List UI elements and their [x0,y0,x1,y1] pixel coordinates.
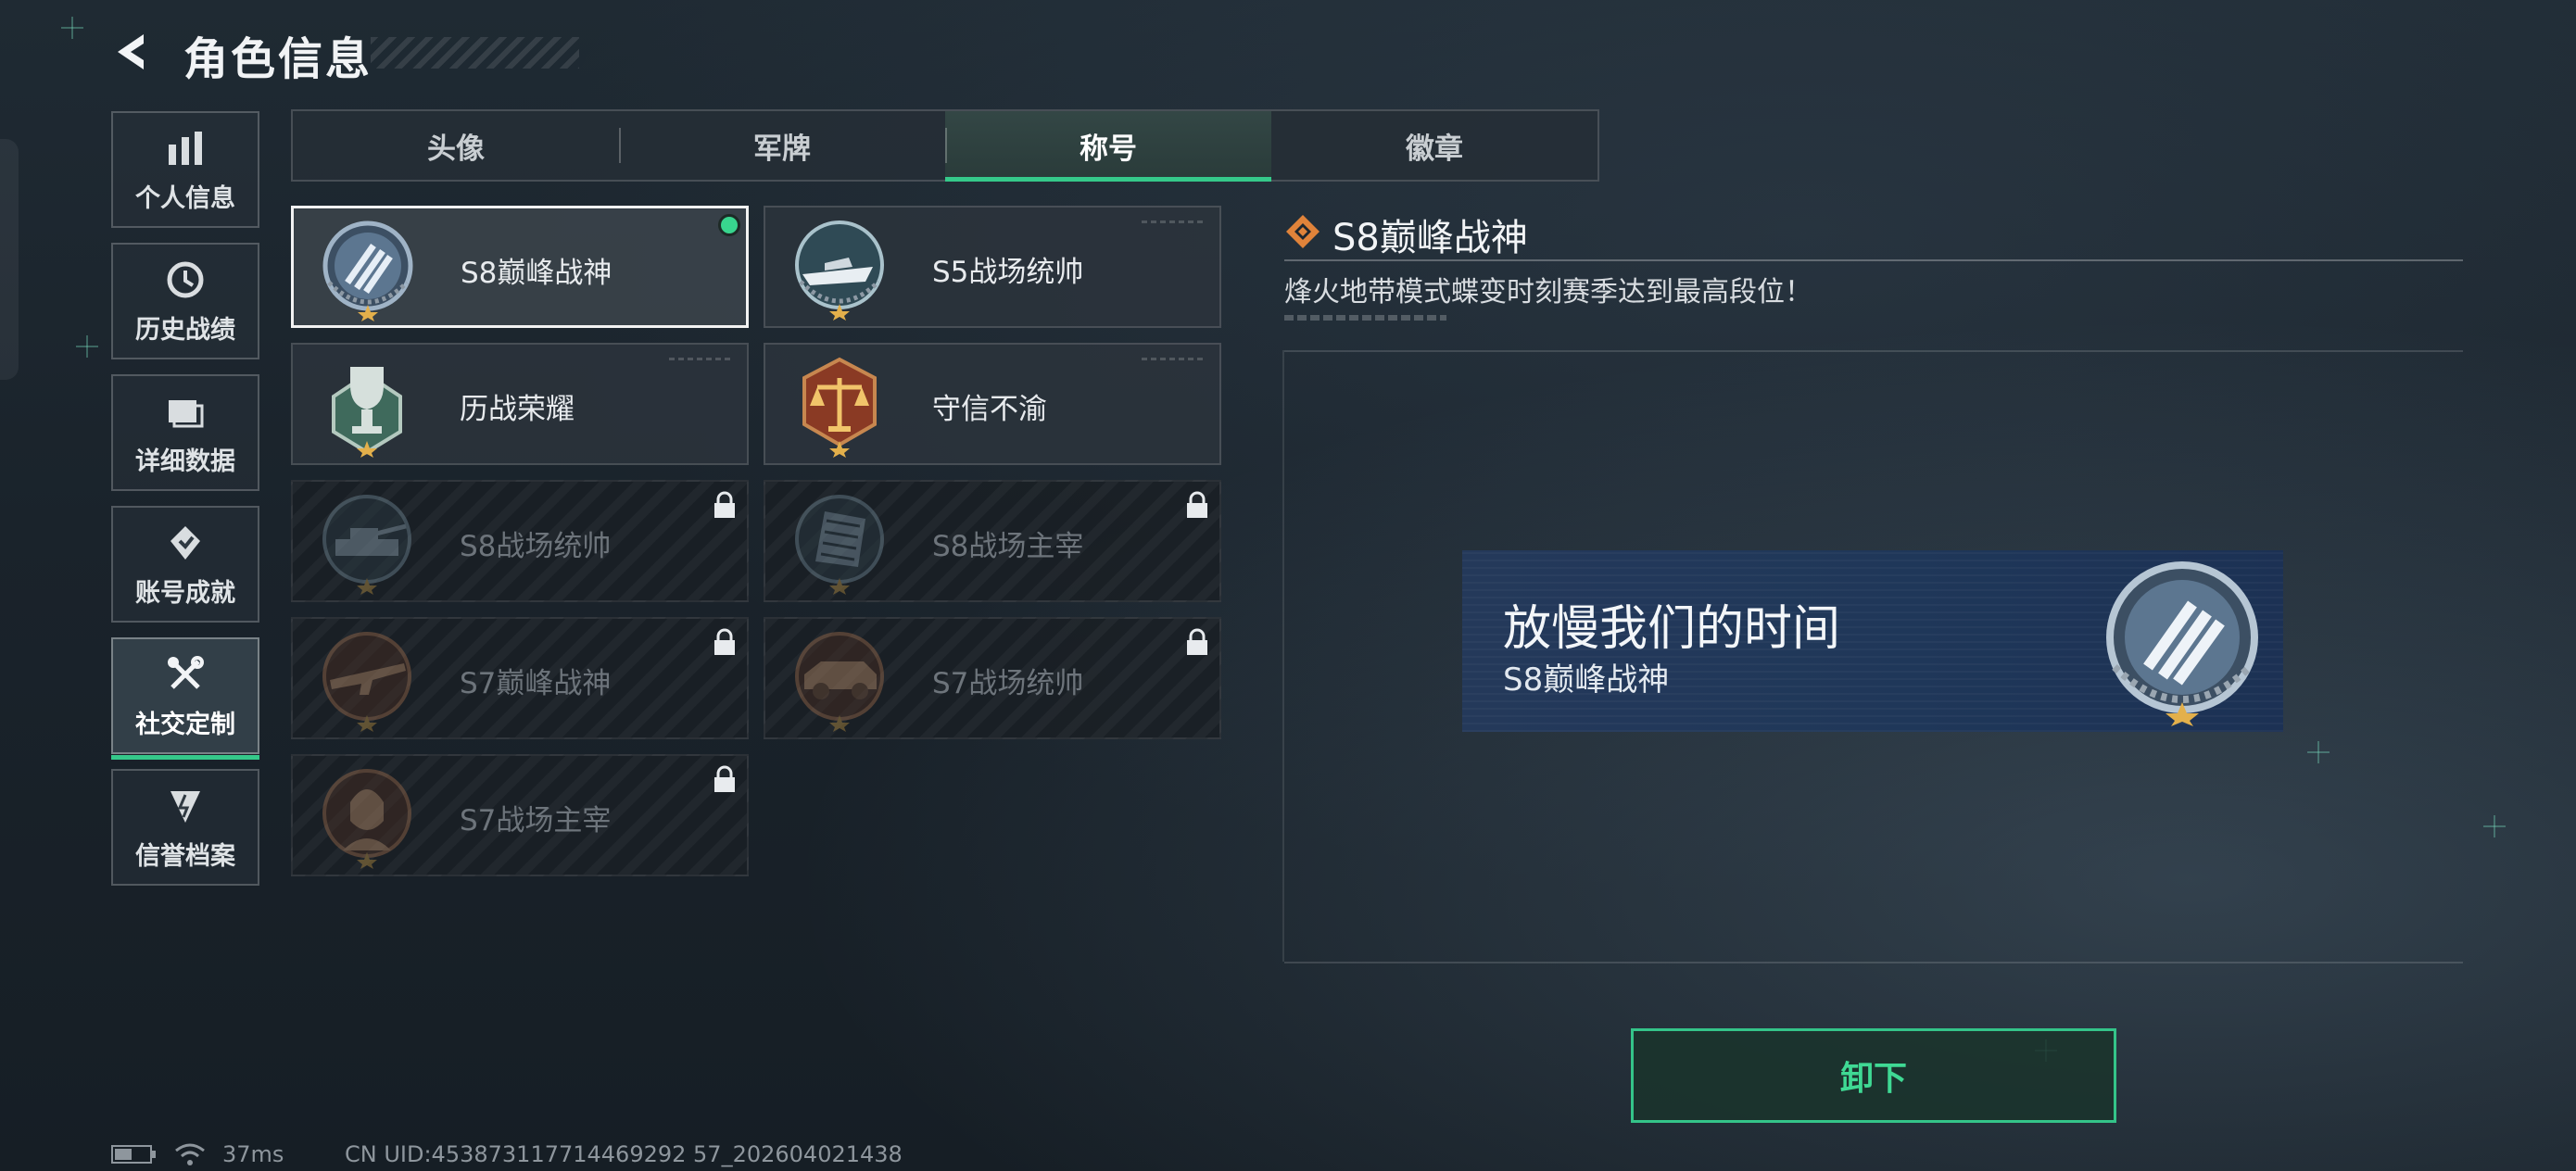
title-name: S7战场统帅 [932,667,1084,700]
sidebar-item-label: 历史战绩 [135,315,235,345]
card-deco [669,358,734,360]
building-medal-icon [795,495,884,595]
sidebar-item-label: 个人信息 [135,183,235,213]
crosshair-deco [2483,815,2506,837]
folder-icon [163,389,208,434]
equipped-indicator [718,214,740,236]
title-name: S8战场主宰 [932,530,1084,563]
lock-icon [714,491,735,518]
shield-icon [163,784,208,828]
boat-medal-icon [795,220,884,321]
unequip-button[interactable]: 卸下 [1631,1028,2116,1123]
detail-description: 烽火地带模式蝶变时刻赛季达到最高段位！ [1284,276,1812,308]
sidebar-item-detailed-data[interactable]: 详细数据 [111,374,259,491]
title-card-trustworthy[interactable]: 守信不渝 [764,343,1221,465]
achievement-icon [163,521,208,565]
title-name: S7战场主宰 [460,804,612,837]
page-title: 角色信息 [183,33,373,85]
tab-avatar[interactable]: 头像 [293,111,619,180]
frame-line [1282,350,1284,962]
tab-dog-tag[interactable]: 军牌 [619,111,945,180]
title-name: S7巅峰战神 [460,667,612,700]
lock-icon [1187,491,1207,518]
history-icon [163,258,208,302]
sidebar-item-label: 信誉档案 [135,841,235,871]
title-preview-card: 放慢我们的时间 S8巅峰战神 [1462,550,2283,732]
title-card-battle-glory[interactable]: 历战荣耀 [291,343,749,465]
title-name: 历战荣耀 [460,393,575,426]
preview-title-name: S8巅峰战神 [1503,661,1670,699]
stripes-medal-icon [2106,561,2258,726]
sidebar-item-credit-profile[interactable]: 信誉档案 [111,769,259,886]
tab-bar: 头像 军牌 称号 徽章 [291,109,1599,182]
card-deco [1142,220,1206,223]
tab-badge[interactable]: 徽章 [1271,111,1597,180]
vehicle-medal-icon [795,632,884,732]
header-stripe-deco [371,37,579,69]
title-card-s8-commander[interactable]: S8战场统帅 [291,480,749,602]
tab-title[interactable]: 称号 [945,111,1271,182]
back-arrow-icon [118,34,144,69]
sidebar-item-personal-info[interactable]: 个人信息 [111,111,259,228]
title-card-s5-commander[interactable]: S5战场统帅 [764,206,1221,328]
title-card-s7-dominator[interactable]: S7战场主宰 [291,754,749,876]
frame-line [1284,350,2463,352]
tools-icon [163,652,208,697]
trophy-medal-icon [332,367,402,458]
title-name: S8巅峰战神 [461,257,612,290]
sidebar-item-match-history[interactable]: 历史战绩 [111,243,259,359]
crosshair-deco [61,17,83,39]
battery-icon [111,1145,156,1164]
rifle-medal-icon [322,632,411,732]
soldier-medal-icon [322,769,411,869]
back-button[interactable] [104,24,159,80]
sidebar-item-social-custom[interactable]: 社交定制 [111,637,259,760]
title-name: S8战场统帅 [460,530,612,563]
uid-text: CN UID:453873117714469292 57_20260402143… [345,1141,903,1167]
edge-handle [0,139,19,380]
stripes-medal-icon [322,220,413,321]
detail-divider [1284,259,2463,261]
sidebar-item-achievements[interactable]: 账号成就 [111,506,259,623]
sidebar-item-label: 详细数据 [135,447,235,476]
detail-title: S8巅峰战神 [1332,217,1528,259]
wifi-icon [175,1143,205,1165]
title-card-s8-peak[interactable]: S8巅峰战神 [291,206,749,328]
title-name: 守信不渝 [932,393,1047,426]
sidebar-item-label: 账号成就 [135,578,235,608]
ping-value: 37ms [222,1141,284,1167]
sidebar-item-label: 社交定制 [135,710,235,739]
bar-chart-icon [163,126,208,170]
lock-icon [1187,628,1207,655]
status-bar: 37ms [111,1141,284,1167]
title-name: S5战场统帅 [932,256,1084,289]
diamond-title-icon [1286,215,1320,248]
preview-player-name: 放慢我们的时间 [1503,601,1841,657]
lock-icon [714,628,735,655]
card-deco [1142,358,1206,360]
title-card-s7-peak[interactable]: S7巅峰战神 [291,617,749,739]
title-card-s7-commander[interactable]: S7战场统帅 [764,617,1221,739]
crosshair-deco [76,335,98,358]
scales-medal-icon [802,357,877,458]
lock-icon [714,765,735,792]
frame-line [1284,962,2463,963]
tank-medal-icon [322,495,411,595]
title-card-s8-dominator[interactable]: S8战场主宰 [764,480,1221,602]
detail-deco-bar [1284,315,1446,321]
crosshair-deco [2307,741,2330,763]
